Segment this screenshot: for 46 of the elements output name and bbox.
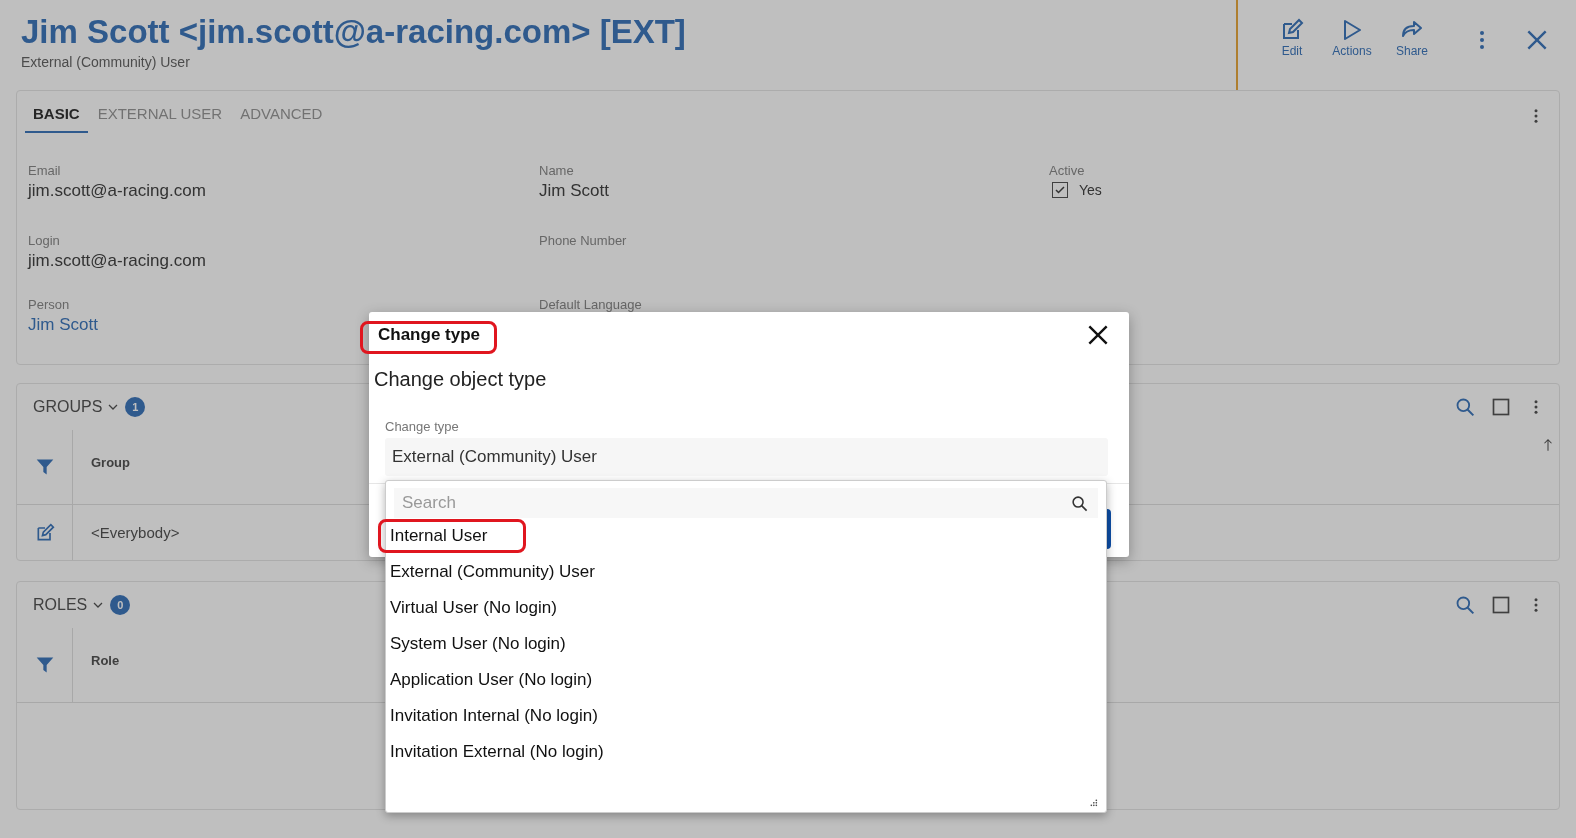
type-select[interactable]: External (Community) User	[385, 438, 1108, 476]
field-label: Default Language	[539, 297, 643, 312]
count-badge: 0	[110, 595, 131, 615]
dialog-title: Change type	[378, 325, 481, 345]
field-value: Yes	[1079, 182, 1102, 198]
search-icon	[1071, 495, 1088, 512]
dropdown-option[interactable]: Virtual User (No login)	[390, 598, 557, 618]
field-label: Active	[1049, 163, 1086, 178]
resize-grip-icon[interactable]	[1088, 797, 1098, 807]
dropdown-option[interactable]: Internal User	[390, 526, 488, 546]
field-value: jim.scott@a-racing.com	[28, 251, 207, 271]
action-button[interactable]: Edit	[1262, 18, 1322, 58]
column-header[interactable]: Role	[73, 652, 120, 668]
square-icon[interactable]	[1491, 397, 1511, 417]
field-value: jim.scott@a-racing.com	[28, 181, 207, 201]
field-label: Email	[28, 163, 62, 178]
square-icon[interactable]	[1491, 595, 1511, 615]
search-icon[interactable]	[1455, 595, 1475, 615]
field-value: Jim Scott	[539, 181, 610, 201]
count-badge: 1	[125, 397, 146, 417]
dialog-heading: Change object type	[373, 367, 548, 391]
table-cell-text: <Everybody>	[90, 524, 180, 541]
dropdown-option[interactable]: Invitation External (No login)	[390, 742, 604, 762]
action-button[interactable]: Actions	[1322, 18, 1382, 58]
edit-icon	[1280, 18, 1304, 42]
checkbox[interactable]	[1052, 182, 1068, 198]
page-subtitle: External (Community) User	[21, 54, 191, 70]
tab[interactable]: BASIC	[25, 91, 88, 133]
section-toggle[interactable]: GROUPS	[33, 398, 120, 416]
action-button[interactable]: Share	[1382, 18, 1442, 58]
field-label: Change type	[384, 418, 460, 434]
dropdown-option[interactable]: System User (No login)	[390, 634, 566, 654]
page-title: Jim Scott <jim.scott@a-racing.com> [EXT]	[21, 12, 686, 52]
dropdown-option[interactable]: Application User (No login)	[390, 670, 593, 690]
field-label: Login	[28, 233, 61, 248]
field-label: Name	[539, 163, 575, 178]
check-icon	[1054, 184, 1066, 196]
search-field[interactable]: Search	[394, 488, 1098, 518]
arrow-up-icon[interactable]	[1541, 436, 1555, 454]
column-header[interactable]: Group	[73, 454, 130, 470]
dropdown-option[interactable]: External (Community) User	[390, 562, 595, 582]
section-toggle[interactable]: ROLES	[33, 596, 105, 614]
field-label: Person	[28, 297, 71, 312]
search-icon[interactable]	[1455, 397, 1475, 417]
field-label: Phone Number	[539, 233, 628, 248]
dropdown-option[interactable]: Invitation Internal (No login)	[390, 706, 598, 726]
